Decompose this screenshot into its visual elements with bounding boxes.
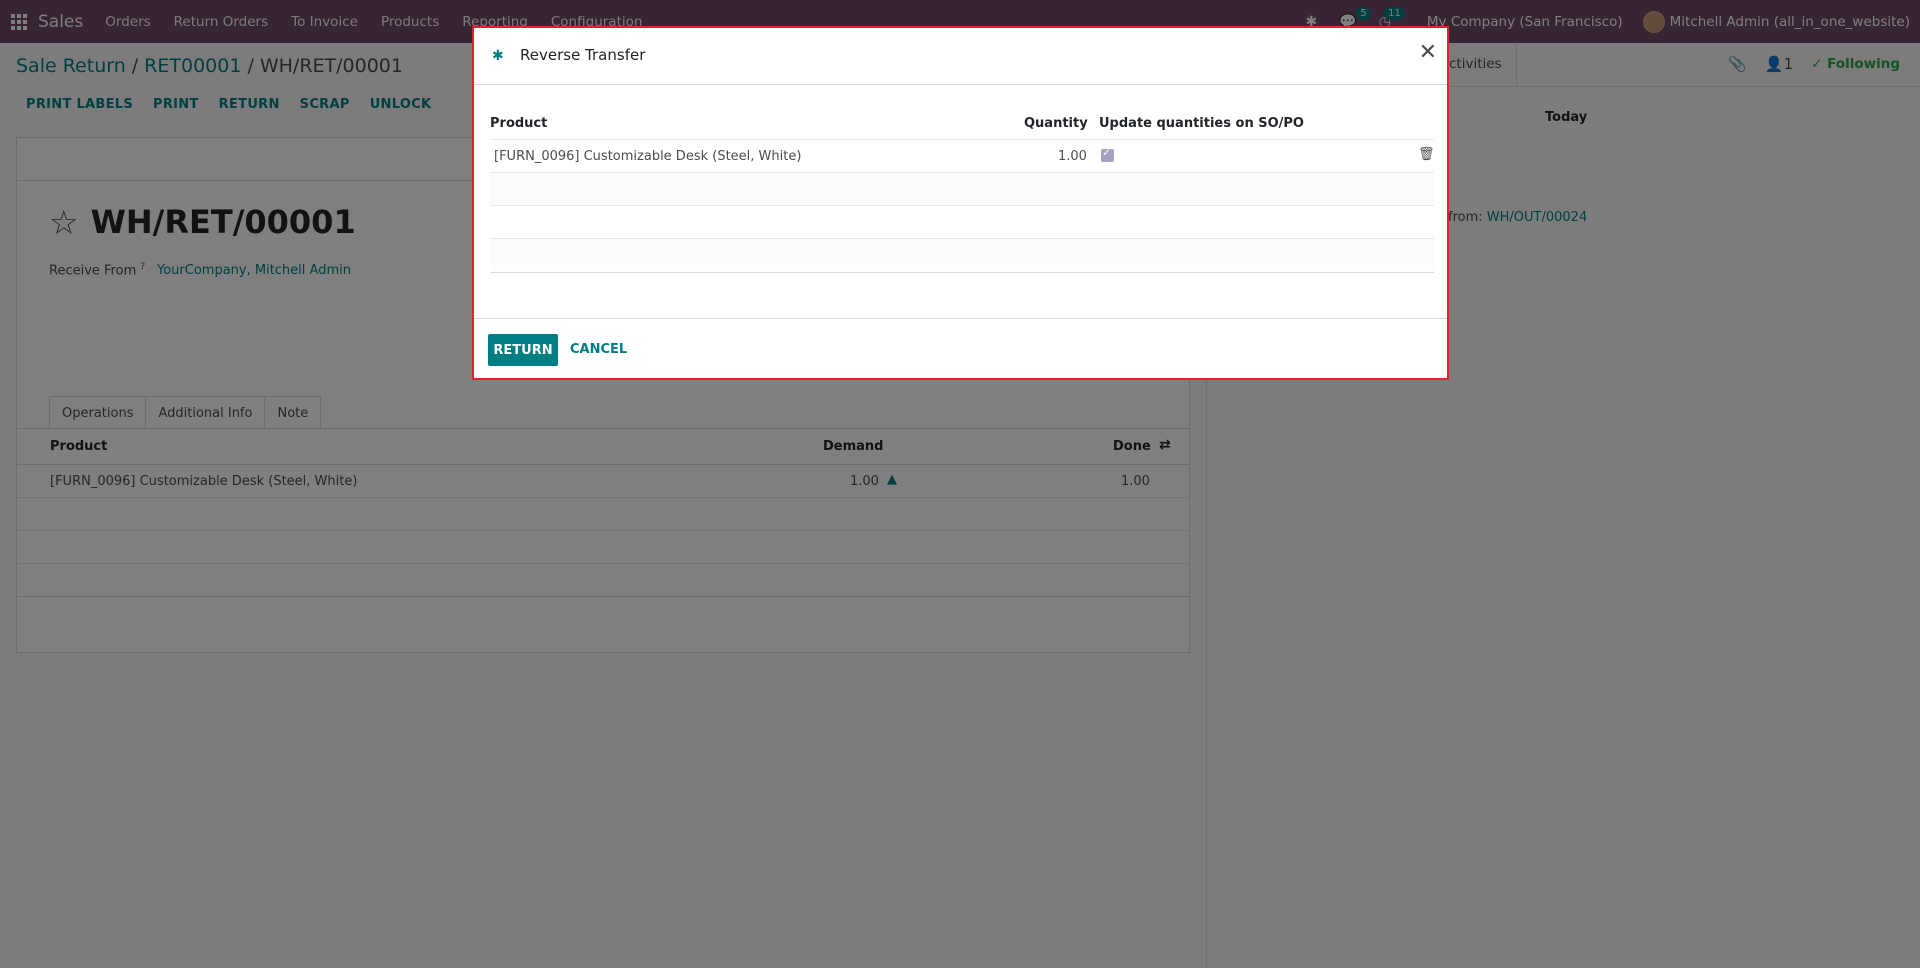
column-product: Product bbox=[490, 116, 548, 131]
column-quantity: Quantity bbox=[1024, 116, 1088, 131]
divider bbox=[490, 272, 1434, 273]
trash-icon[interactable]: 🗑 bbox=[1418, 147, 1435, 162]
modal-footer-divider bbox=[474, 318, 1447, 319]
return-line-product[interactable]: [FURN_0096] Customizable Desk (Steel, Wh… bbox=[494, 149, 801, 164]
cancel-button[interactable]: CANCEL bbox=[570, 342, 627, 357]
modal-table-header: Product Quantity Update quantities on SO… bbox=[490, 116, 1434, 140]
reverse-transfer-dialog: ✱ Reverse Transfer ✕ Product Quantity Up… bbox=[472, 26, 1449, 380]
table-row bbox=[490, 172, 1434, 205]
modal-header: ✱ Reverse Transfer ✕ bbox=[474, 28, 1447, 85]
close-icon[interactable]: ✕ bbox=[1419, 40, 1437, 65]
table-row bbox=[490, 238, 1434, 271]
modal-title: Reverse Transfer bbox=[520, 46, 646, 64]
table-row bbox=[490, 205, 1434, 238]
return-confirm-button[interactable]: RETURN bbox=[488, 334, 558, 366]
table-row[interactable]: [FURN_0096] Customizable Desk (Steel, Wh… bbox=[490, 139, 1435, 172]
column-update-quantities: Update quantities on SO/PO bbox=[1099, 116, 1304, 131]
update-quantities-checkbox[interactable] bbox=[1101, 146, 1114, 162]
return-line-quantity[interactable]: 1.00 bbox=[1058, 149, 1087, 164]
debug-icon[interactable]: ✱ bbox=[492, 48, 504, 64]
